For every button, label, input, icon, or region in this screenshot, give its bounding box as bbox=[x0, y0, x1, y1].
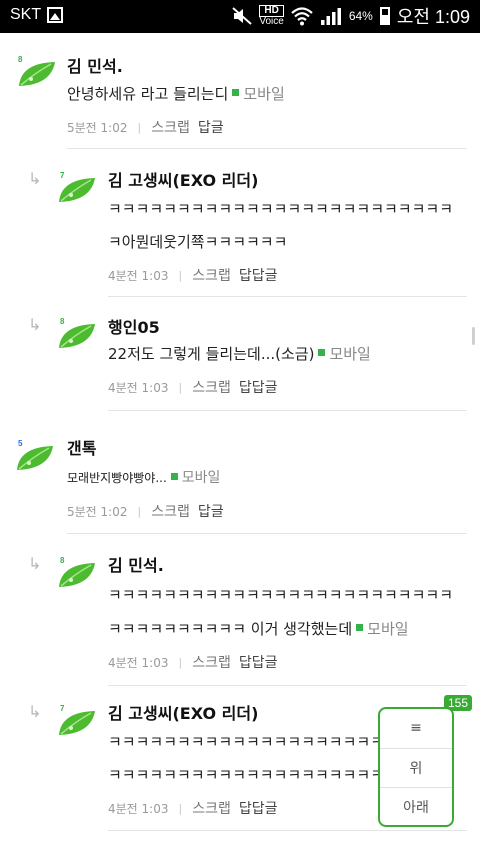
scrap-button[interactable]: 스크랩 bbox=[151, 117, 190, 137]
reply-arrow-icon: ↳ bbox=[28, 702, 42, 721]
divider bbox=[108, 830, 467, 831]
mute-icon bbox=[232, 7, 253, 25]
scrap-button[interactable]: 스크랩 bbox=[192, 377, 231, 397]
reply-arrow-icon: ↳ bbox=[28, 554, 42, 573]
meta-separator: | bbox=[178, 380, 183, 394]
scrap-button[interactable]: 스크랩 bbox=[192, 798, 231, 818]
comment-text: 안녕하세유 라고 들리는디 모바일 bbox=[67, 85, 285, 103]
carrier-label: SKT bbox=[10, 6, 42, 23]
comment-time: 4분전 1:03 bbox=[108, 801, 169, 816]
meta-separator: | bbox=[178, 268, 183, 282]
scroll-down-button[interactable]: 아래 bbox=[380, 787, 452, 825]
comment-meta: 4분전 1:03 | 스크랩 답답글 bbox=[108, 377, 277, 397]
reply-arrow-icon: ↳ bbox=[28, 315, 42, 334]
leaf-avatar-icon bbox=[59, 711, 95, 735]
comment-time: 5분전 1:02 bbox=[67, 504, 128, 519]
meta-separator: | bbox=[137, 120, 142, 134]
comment-text: ㅋㅋㅋㅋㅋㅋㅋㅋㅋㅋㅋㅋㅋㅋㅋㅋㅋㅋㅋㅋㅋㅋㅋㅋㅋ bbox=[108, 586, 454, 604]
leaf-avatar-icon bbox=[19, 62, 55, 86]
reply-arrow-icon: ↳ bbox=[28, 169, 42, 188]
meta-separator: | bbox=[178, 801, 183, 815]
comment-author[interactable]: 김 민석. bbox=[67, 53, 123, 77]
comment-text: 22저도 그렇게 들리는데...(소금) 모바일 bbox=[108, 345, 371, 363]
divider bbox=[67, 533, 467, 534]
scroll-up-button[interactable]: 위 bbox=[380, 748, 452, 786]
comment-meta: 5분전 1:02 | 스크랩 답글 bbox=[67, 501, 224, 521]
battery-icon bbox=[379, 7, 390, 25]
reply-button[interactable]: 답답글 bbox=[239, 265, 278, 285]
reply-button[interactable]: 답글 bbox=[198, 501, 224, 521]
scrap-button[interactable]: 스크랩 bbox=[151, 501, 190, 521]
mobile-badge: 모바일 bbox=[318, 345, 371, 363]
divider bbox=[108, 685, 467, 686]
comment-meta: 4분전 1:03 | 스크랩 답답글 bbox=[108, 652, 277, 672]
comment-author[interactable]: 김 민석. bbox=[108, 552, 164, 576]
comment-author[interactable]: 김 고생씨(EXO 리더) bbox=[108, 167, 258, 191]
leaf-avatar-icon bbox=[59, 563, 95, 587]
leaf-avatar-icon bbox=[17, 446, 53, 470]
mobile-badge: 모바일 bbox=[170, 470, 220, 486]
signal-icon bbox=[320, 8, 341, 25]
comment-text: ㅋ아뭔데웃기쬭ㅋㅋㅋㅋㅋㅋ bbox=[108, 233, 288, 251]
comment-time: 5분전 1:02 bbox=[67, 120, 128, 135]
comment-meta: 5분전 1:02 | 스크랩 답글 bbox=[67, 117, 224, 137]
mobile-badge: 모바일 bbox=[232, 85, 285, 103]
scrollbar-thumb[interactable] bbox=[472, 327, 475, 345]
menu-button[interactable]: ≡ bbox=[380, 709, 452, 747]
comment-text: ㅋㅋㅋㅋㅋㅋㅋㅋㅋㅋㅋㅋㅋㅋㅋㅋㅋㅋㅋㅋㅋㅋ bbox=[108, 766, 412, 784]
divider bbox=[67, 148, 467, 149]
reply-button[interactable]: 답답글 bbox=[239, 798, 278, 818]
scrap-button[interactable]: 스크랩 bbox=[192, 265, 231, 285]
comment-time: 4분전 1:03 bbox=[108, 268, 169, 283]
comment-author[interactable]: 행인05 bbox=[108, 314, 160, 338]
comment-author[interactable]: 갠톡 bbox=[67, 435, 96, 459]
comment-text: ㅋㅋㅋㅋㅋㅋㅋㅋㅋㅋㅋㅋㅋㅋㅋㅋㅋㅋㅋㅋㅋㅋㅋㅋㅋ bbox=[108, 200, 454, 218]
clock: 오전 1:09 bbox=[396, 7, 470, 27]
hd-voice-indicator: HD Voice bbox=[259, 5, 284, 27]
battery-percent: 64% bbox=[348, 9, 373, 23]
mobile-badge: 모바일 bbox=[356, 620, 409, 638]
status-bar: SKT HD Voice 64% 오전 1:09 bbox=[0, 0, 480, 33]
divider bbox=[108, 296, 467, 297]
reply-button[interactable]: 답답글 bbox=[239, 652, 278, 672]
floating-nav: ≡ 위 아래 bbox=[378, 707, 454, 827]
reply-button[interactable]: 답글 bbox=[198, 117, 224, 137]
divider bbox=[108, 410, 467, 411]
comment-author[interactable]: 김 고생씨(EXO 리더) bbox=[108, 700, 258, 724]
comment-text: 모래반지빵야빵야... 모바일 bbox=[67, 470, 221, 486]
gallery-notification-icon bbox=[47, 7, 64, 23]
menu-icon: ≡ bbox=[410, 720, 422, 736]
comment-time: 4분전 1:03 bbox=[108, 655, 169, 670]
meta-separator: | bbox=[178, 655, 183, 669]
comment-text: ㅋㅋㅋㅋㅋㅋㅋㅋㅋㅋ 이거 생각했는데 모바일 bbox=[108, 620, 409, 638]
comment-time: 4분전 1:03 bbox=[108, 380, 169, 395]
comment-meta: 4분전 1:03 | 스크랩 답답글 bbox=[108, 265, 277, 285]
reply-button[interactable]: 답답글 bbox=[239, 377, 278, 397]
meta-separator: | bbox=[137, 504, 142, 518]
scrap-button[interactable]: 스크랩 bbox=[192, 652, 231, 672]
leaf-avatar-icon bbox=[59, 178, 95, 202]
leaf-avatar-icon bbox=[59, 324, 95, 348]
comment-meta: 4분전 1:03 | 스크랩 답답글 bbox=[108, 798, 277, 818]
wifi-icon bbox=[291, 7, 313, 26]
